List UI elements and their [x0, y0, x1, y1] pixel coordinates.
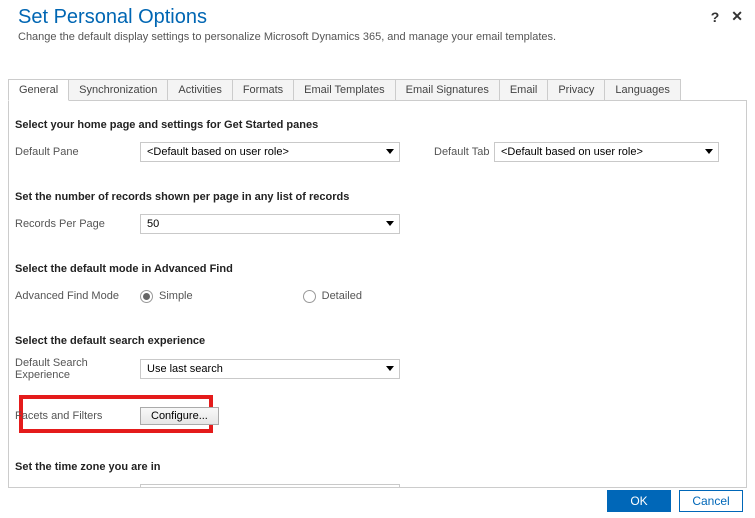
- advanced-find-mode-label: Advanced Find Mode: [15, 290, 140, 302]
- section-heading-timezone: Set the time zone you are in: [15, 461, 740, 473]
- radio-detailed-label: Detailed: [322, 290, 362, 302]
- tab-languages[interactable]: Languages: [604, 79, 680, 101]
- default-tab-select[interactable]: <Default based on user role>: [494, 142, 719, 162]
- content-area: Select your home page and settings for G…: [8, 100, 747, 488]
- default-pane-select[interactable]: <Default based on user role>: [140, 142, 400, 162]
- radio-icon: [140, 290, 153, 303]
- cancel-button[interactable]: Cancel: [679, 490, 743, 512]
- default-tab-label: Default Tab: [434, 146, 494, 158]
- records-per-page-select[interactable]: 50: [140, 214, 400, 234]
- radio-simple[interactable]: Simple: [140, 290, 193, 303]
- default-search-exp-label: Default Search Experience: [15, 357, 140, 381]
- timezone-select[interactable]: (GMT-08:00) Pacific Time (US & Canada): [140, 484, 400, 488]
- tab-activities[interactable]: Activities: [167, 79, 232, 101]
- close-icon[interactable]: ✕: [731, 8, 743, 25]
- section-heading-advanced-find: Select the default mode in Advanced Find: [15, 263, 740, 275]
- facets-filters-label: Facets and Filters: [15, 410, 140, 422]
- default-search-exp-select[interactable]: Use last search: [140, 359, 400, 379]
- section-heading-homepage: Select your home page and settings for G…: [15, 119, 740, 131]
- ok-button[interactable]: OK: [607, 490, 671, 512]
- records-per-page-label: Records Per Page: [15, 218, 140, 230]
- tabs: General Synchronization Activities Forma…: [8, 79, 755, 101]
- radio-simple-label: Simple: [159, 290, 193, 302]
- tab-general[interactable]: General: [8, 79, 69, 101]
- page-title: Set Personal Options: [18, 6, 737, 29]
- tab-email[interactable]: Email: [499, 79, 549, 101]
- radio-icon: [303, 290, 316, 303]
- section-heading-records: Set the number of records shown per page…: [15, 191, 740, 203]
- tab-privacy[interactable]: Privacy: [547, 79, 605, 101]
- radio-detailed[interactable]: Detailed: [303, 290, 362, 303]
- section-heading-search: Select the default search experience: [15, 335, 740, 347]
- default-pane-label: Default Pane: [15, 146, 140, 158]
- page-subtitle: Change the default display settings to p…: [18, 31, 737, 43]
- configure-button[interactable]: Configure...: [140, 407, 219, 425]
- tab-email-signatures[interactable]: Email Signatures: [395, 79, 500, 101]
- tab-email-templates[interactable]: Email Templates: [293, 79, 396, 101]
- tab-synchronization[interactable]: Synchronization: [68, 79, 168, 101]
- tab-formats[interactable]: Formats: [232, 79, 294, 101]
- help-icon[interactable]: ?: [711, 9, 720, 25]
